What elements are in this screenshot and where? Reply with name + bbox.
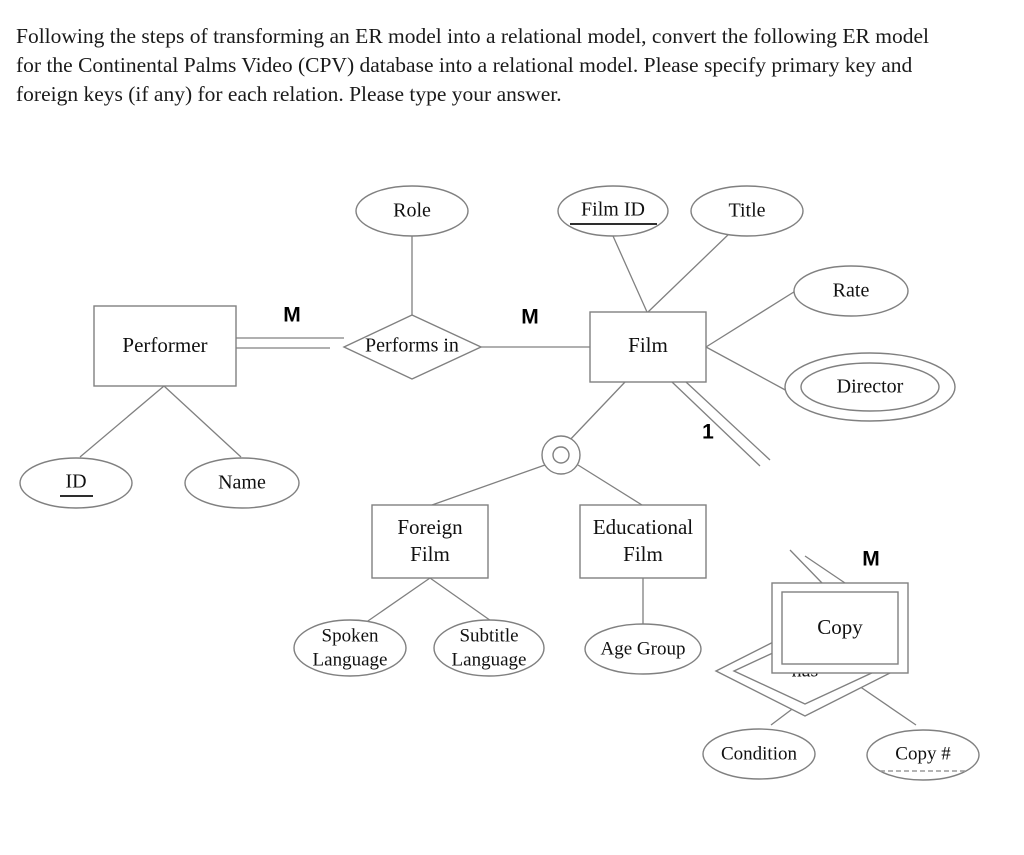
educational-film-label-line2: Film (623, 542, 663, 566)
attribute-director[interactable]: Director (784, 352, 956, 422)
edge-foreignfilm-subtitle (429, 577, 495, 624)
edge-specialization-educationalfilm (577, 464, 643, 506)
specialization-outer-circle (541, 435, 581, 475)
edge-specialization-foreignfilm (431, 464, 546, 506)
performs-in-label: Performs in (365, 335, 459, 357)
cardinality-has-copy: M (862, 548, 880, 571)
entity-film[interactable]: Film (589, 311, 707, 383)
cardinality-performer-performs-in: M (283, 304, 301, 327)
er-diagram-canvas: Role Film ID Title Rate Director Perform… (19, 185, 980, 781)
spoken-language-label-line1: Spoken (322, 625, 380, 646)
edge-film-director (705, 346, 790, 393)
relationship-performs-in[interactable]: Performs in (342, 314, 483, 380)
edge-filmid-film (612, 235, 648, 313)
edge-performer-id (79, 385, 165, 458)
edge-film-has-b (685, 381, 771, 461)
edge-has-copy-a (789, 549, 823, 584)
director-label: Director (837, 376, 904, 398)
educational-film-label-line1: Educational (593, 515, 693, 539)
attribute-role[interactable]: Role (355, 185, 469, 237)
edge-film-specialization (566, 381, 626, 444)
edge-foreignfilm-spoken (364, 577, 431, 624)
attribute-rate[interactable]: Rate (793, 265, 909, 317)
role-label: Role (393, 200, 431, 222)
foreign-film-label-line2: Film (410, 542, 450, 566)
cardinality-performs-in-film: M (521, 306, 539, 329)
id-label: ID (65, 471, 86, 493)
entity-foreign-film[interactable]: Foreign Film (371, 504, 489, 579)
attribute-id[interactable]: ID (19, 457, 133, 509)
film-id-label: Film ID (581, 199, 645, 221)
entity-copy[interactable]: Copy (771, 582, 909, 674)
rate-label: Rate (833, 280, 870, 302)
title-label: Title (728, 200, 765, 222)
attribute-spoken-language[interactable]: Spoken Language (293, 619, 407, 677)
copy-label: Copy (817, 615, 863, 639)
spoken-language-label-line2: Language (313, 649, 388, 670)
subtitle-language-label-line1: Subtitle (459, 625, 518, 646)
edge-film-rate (705, 289, 798, 348)
edge-film-has-a (671, 381, 761, 467)
question-prompt: Following the steps of transforming an E… (16, 24, 935, 106)
attribute-copy-number[interactable]: Copy # (866, 729, 980, 781)
er-diagram: Role Film ID Title Rate Director Perform… (0, 160, 1024, 850)
attribute-name[interactable]: Name (184, 457, 300, 509)
attribute-title[interactable]: Title (690, 185, 804, 237)
edge-title-film (647, 231, 732, 313)
attribute-subtitle-language[interactable]: Subtitle Language (433, 619, 545, 677)
specialization-circle (541, 435, 581, 475)
attribute-condition[interactable]: Condition (702, 728, 816, 780)
foreign-film-label-line1: Foreign (397, 515, 463, 539)
performer-label: Performer (122, 333, 207, 357)
edge-performer-name (163, 385, 242, 458)
name-label: Name (218, 472, 266, 494)
film-label: Film (628, 333, 668, 357)
copy-number-label: Copy # (895, 743, 951, 764)
subtitle-language-label-line2: Language (452, 649, 527, 670)
entity-educational-film[interactable]: Educational Film (579, 504, 707, 579)
cardinality-film-has: 1 (702, 421, 714, 444)
condition-label: Condition (721, 743, 798, 764)
edge-has-copy-b (804, 555, 846, 584)
age-group-label: Age Group (601, 638, 686, 659)
attribute-film-id[interactable]: Film ID (557, 185, 669, 237)
attribute-age-group[interactable]: Age Group (584, 623, 702, 675)
entity-performer[interactable]: Performer (93, 305, 237, 387)
